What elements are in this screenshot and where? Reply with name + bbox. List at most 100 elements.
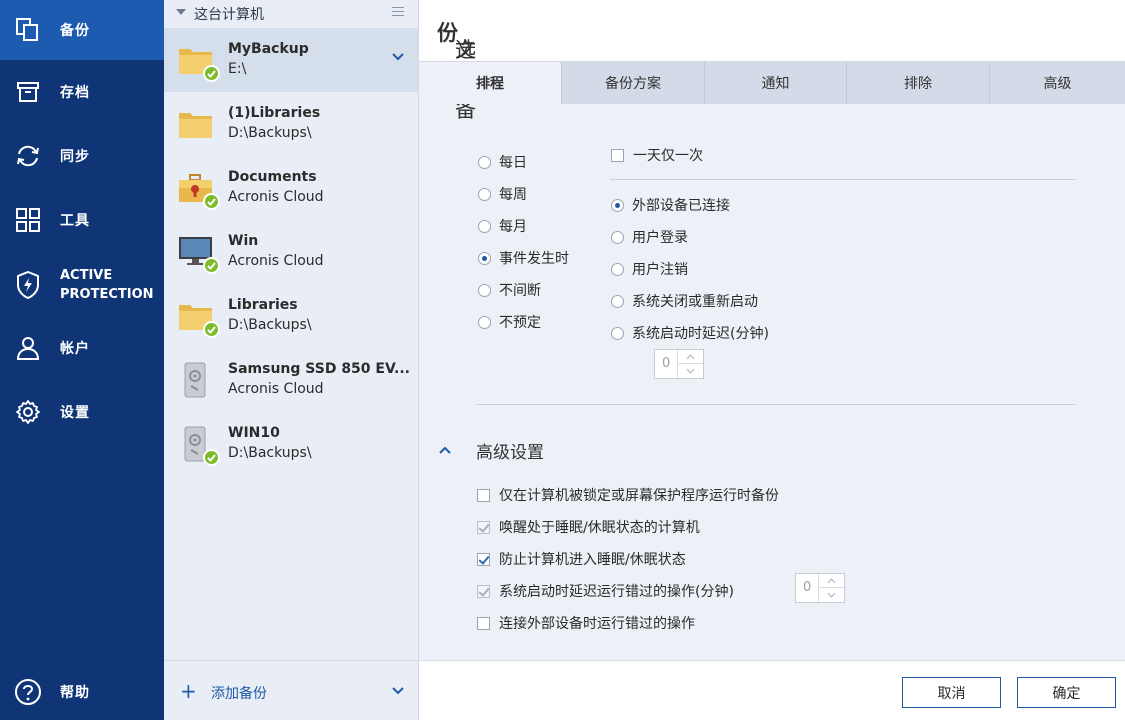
checkbox-label: 仅在计算机被锁定或屏幕保护程序运行时备份 (499, 488, 779, 504)
missed-ops-delay-stepper[interactable]: 0 (795, 573, 845, 603)
advanced-settings-title: 高级设置 (476, 443, 544, 463)
chevron-down-icon[interactable] (392, 53, 404, 61)
add-backup-button[interactable]: 添加备份 (211, 683, 267, 703)
cancel-button[interactable]: 取消 (902, 677, 1001, 708)
divider (610, 179, 1076, 180)
radio-label: 外部设备已连接 (632, 198, 730, 214)
nav-item-backup[interactable]: 备份 (0, 0, 164, 60)
nav-item-help[interactable]: 帮助 (0, 662, 164, 720)
backup-item-1libraries[interactable]: (1)Libraries D:\Backups\ (164, 92, 418, 156)
chevron-up-icon[interactable] (819, 574, 844, 588)
status-ok-icon (203, 193, 220, 210)
backup-item-location: D:\Backups\ (228, 317, 312, 333)
dialog-footer: 取消 确定 (419, 660, 1125, 720)
backup-list-header[interactable]: 这台计算机 (164, 0, 418, 28)
startup-delay-stepper[interactable]: 0 (654, 349, 704, 379)
sync-icon (14, 142, 42, 170)
nav-item-label: 存档 (60, 85, 90, 101)
monitor-icon (178, 232, 220, 274)
nav-item-archive[interactable]: 存档 (0, 62, 164, 122)
nav-item-account[interactable]: 帐户 (0, 318, 164, 378)
radio-monthly[interactable]: 每月 (478, 216, 527, 236)
folder-icon (178, 104, 220, 146)
nav-item-label: 设置 (60, 405, 90, 421)
shield-bolt-icon (14, 270, 42, 300)
backup-item-name: MyBackup (228, 41, 309, 57)
radio-system-shutdown[interactable]: 系统关闭或重新启动 (611, 291, 758, 311)
radio-external-device[interactable]: 外部设备已连接 (611, 195, 730, 215)
nav-item-label: 工具 (60, 213, 90, 229)
radio-nonstop[interactable]: 不间断 (478, 280, 541, 300)
checkbox-backup-when-locked[interactable]: 仅在计算机被锁定或屏幕保护程序运行时备份 (477, 485, 779, 505)
backup-item-documents[interactable]: Documents Acronis Cloud (164, 156, 418, 220)
tab-exclusions[interactable]: 排除 (846, 62, 989, 104)
nav-item-label-line1: ACTIVE (60, 268, 113, 283)
hamburger-menu-icon[interactable] (392, 7, 404, 19)
tab-notifications[interactable]: 通知 (704, 62, 846, 104)
archive-icon (14, 78, 42, 106)
radio-daily[interactable]: 每日 (478, 152, 527, 172)
radio-label: 事件发生时 (499, 251, 569, 267)
chevron-down-icon[interactable] (392, 687, 404, 695)
backup-item-win10[interactable]: WIN10 D:\Backups\ (164, 412, 418, 476)
nav-item-tools[interactable]: 工具 (0, 190, 164, 250)
radio-label: 每日 (499, 155, 527, 171)
checkbox-run-missed-on-device[interactable]: 连接外部设备时运行错过的操作 (477, 613, 695, 633)
backup-item-name: Win (228, 233, 259, 249)
ok-button[interactable]: 确定 (1017, 677, 1116, 708)
briefcase-icon (178, 168, 220, 210)
radio-user-logoff[interactable]: 用户注销 (611, 259, 688, 279)
status-ok-icon (203, 449, 220, 466)
nav-item-label: 备份 (60, 23, 90, 39)
nav-item-label: 同步 (60, 149, 90, 165)
backup-item-location: Acronis Cloud (228, 189, 324, 205)
page-title: 文件备份选项 (419, 0, 1125, 122)
backup-item-name: Documents (228, 169, 317, 185)
backup-item-location: Acronis Cloud (228, 381, 324, 397)
backup-item-location: Acronis Cloud (228, 253, 324, 269)
nav-item-sync[interactable]: 同步 (0, 126, 164, 186)
backup-item-libraries[interactable]: Libraries D:\Backups\ (164, 284, 418, 348)
checkbox-label: 连接外部设备时运行错过的操作 (499, 616, 695, 632)
chevron-down-icon[interactable] (819, 588, 844, 602)
add-backup-bar: + 添加备份 (164, 660, 418, 720)
backup-item-samsung-ssd[interactable]: Samsung SSD 850 EV... Acronis Cloud (164, 348, 418, 412)
checkbox-prevent-sleep[interactable]: 防止计算机进入睡眠/休眠状态 (477, 549, 686, 569)
advanced-settings-toggle[interactable]: 高级设置 (439, 438, 544, 463)
tab-backup-scheme[interactable]: 备份方案 (561, 62, 704, 104)
checkbox-label: 一天仅一次 (633, 148, 703, 164)
backup-item-name: (1)Libraries (228, 105, 321, 121)
checkbox-once-a-day[interactable]: 一天仅一次 (611, 145, 703, 165)
backup-item-name: Libraries (228, 297, 298, 313)
tools-grid-icon (14, 206, 42, 234)
radio-user-logon[interactable]: 用户登录 (611, 227, 688, 247)
radio-weekly[interactable]: 每周 (478, 184, 527, 204)
backup-list: 这台计算机 MyBackup E:\ (1)Libraries D:\Backu… (164, 0, 419, 720)
plus-icon[interactable]: + (180, 681, 197, 701)
gear-icon (14, 398, 42, 426)
chevron-down-icon[interactable] (678, 364, 703, 378)
options-tabs: 排程 备份方案 通知 排除 高级 (419, 62, 1125, 104)
nav-item-settings[interactable]: 设置 (0, 382, 164, 442)
checkbox-label: 防止计算机进入睡眠/休眠状态 (499, 552, 686, 568)
radio-label: 不预定 (499, 315, 541, 331)
nav-item-label: 帐户 (60, 341, 90, 357)
chevron-up-icon[interactable] (678, 350, 703, 364)
nav-item-label-line2: PROTECTION (60, 287, 154, 302)
checkbox-wake-from-sleep[interactable]: 唤醒处于睡眠/休眠状态的计算机 (477, 517, 700, 537)
radio-label: 系统启动时延迟(分钟) (632, 326, 769, 342)
folder-icon (178, 296, 220, 338)
divider (476, 404, 1076, 405)
status-ok-icon (203, 65, 220, 82)
radio-label: 用户注销 (632, 262, 688, 278)
nav-item-active-protection[interactable]: ACTIVE PROTECTION (0, 254, 164, 316)
checkbox-delay-missed-ops[interactable]: 系统启动时延迟运行错过的操作(分钟) (477, 581, 734, 601)
backup-item-win[interactable]: Win Acronis Cloud (164, 220, 418, 284)
tab-schedule[interactable]: 排程 (419, 62, 561, 104)
radio-no-schedule[interactable]: 不预定 (478, 312, 541, 332)
backup-item-mybackup[interactable]: MyBackup E:\ (164, 28, 418, 92)
tab-advanced[interactable]: 高级 (989, 62, 1125, 104)
radio-system-startup-delay[interactable]: 系统启动时延迟(分钟) (611, 323, 769, 343)
radio-on-event[interactable]: 事件发生时 (478, 248, 569, 268)
nav-item-label: 帮助 (60, 685, 90, 701)
